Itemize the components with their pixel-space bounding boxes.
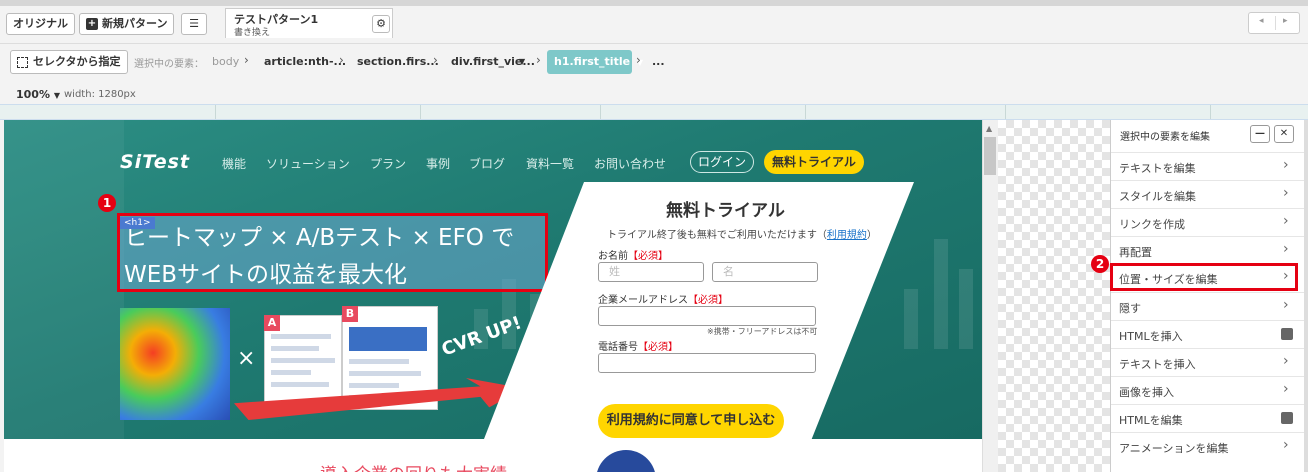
panel-item-insert-image[interactable]: 画像を挿入 › bbox=[1111, 376, 1304, 404]
chevron-right-icon: › bbox=[1283, 213, 1289, 229]
plus-icon: + bbox=[86, 18, 98, 30]
chevron-right-icon: › bbox=[1283, 437, 1289, 453]
nav-next-icon[interactable]: ▸ bbox=[1283, 16, 1288, 26]
list-icon[interactable]: ☰ bbox=[181, 13, 207, 35]
nav-item[interactable]: プラン bbox=[370, 155, 406, 172]
crumb-h1-active[interactable]: h1.first_title ▼ bbox=[547, 50, 643, 74]
last-name-input[interactable]: 姓 bbox=[598, 262, 704, 282]
chevron-down-icon: ▼ bbox=[53, 91, 60, 100]
panel-item-edit-html[interactable]: HTMLを編集 bbox=[1111, 404, 1304, 432]
transparent-background bbox=[998, 120, 1110, 472]
panel-item-edit-text[interactable]: テキストを編集 › bbox=[1111, 152, 1304, 180]
panel-item-insert-text[interactable]: テキストを挿入 › bbox=[1111, 348, 1304, 376]
panel-item-create-link[interactable]: リンクを作成 › bbox=[1111, 208, 1304, 236]
phone-label: 電話番号【必須】 bbox=[598, 342, 678, 353]
selected-element-label: 選択中の要素： bbox=[134, 59, 204, 70]
crumb-article[interactable]: article:nth-... bbox=[264, 55, 346, 68]
panel-item-edit-position-size[interactable]: 位置・サイズを編集 › bbox=[1110, 263, 1298, 291]
chevron-right-icon: › bbox=[536, 53, 541, 67]
submit-button[interactable]: 利用規約に同意して申し込む bbox=[598, 404, 784, 438]
preview-canvas[interactable]: SiTest 機能 ソリューション プラン 事例 ブログ 資料一覧 お問い合わせ… bbox=[4, 120, 982, 472]
gear-icon[interactable]: ⚙ bbox=[372, 15, 390, 33]
form-title: 無料トライアル bbox=[666, 201, 785, 221]
pattern-nav: ◂ ▸ bbox=[1248, 12, 1300, 34]
chevron-right-icon: › bbox=[1283, 297, 1289, 313]
zoom-select[interactable]: 100% ▼ bbox=[16, 88, 60, 101]
nav-item[interactable]: 機能 bbox=[222, 155, 246, 172]
panel-item-edit-style[interactable]: スタイルを編集 › bbox=[1111, 180, 1304, 208]
ab-label-a: A bbox=[264, 315, 280, 331]
chevron-right-icon: › bbox=[636, 53, 641, 67]
chevron-right-icon: › bbox=[1283, 268, 1289, 284]
original-button[interactable]: オリジナル bbox=[6, 13, 75, 35]
scroll-up-icon[interactable]: ▲ bbox=[986, 124, 992, 133]
ab-label-b: B bbox=[342, 306, 358, 322]
chevron-right-icon: › bbox=[1283, 241, 1289, 257]
award-badge-icon bbox=[596, 450, 656, 472]
heatmap-image bbox=[120, 308, 230, 420]
new-pattern-button[interactable]: + 新規パターン bbox=[79, 13, 175, 35]
chevron-right-icon: › bbox=[433, 53, 438, 67]
site-logo: SiTest bbox=[120, 151, 190, 173]
form-subtitle-post: ） bbox=[866, 230, 877, 241]
name-label: お名前【必須】 bbox=[598, 251, 668, 262]
pattern-tab[interactable]: テストパターン1 書き換え ⚙ bbox=[225, 8, 393, 38]
crumb-section[interactable]: section.firs... bbox=[357, 55, 439, 68]
phone-input[interactable] bbox=[598, 353, 816, 373]
viewport-bar bbox=[0, 84, 1308, 106]
nav-item[interactable]: ブログ bbox=[469, 155, 505, 172]
copy-icon bbox=[1281, 412, 1293, 424]
form-subtitle-pre: トライアル終了後も無料でご利用いただけます（ bbox=[607, 230, 827, 241]
crumb-h1-label: h1.first_title bbox=[554, 55, 631, 68]
nav-item[interactable]: ソリューション bbox=[266, 155, 350, 172]
sitest-editor: オリジナル + 新規パターン ☰ テストパターン1 書き換え ⚙ ◂ ▸ セレク… bbox=[0, 0, 1308, 472]
pattern-tab-sub: 書き換え bbox=[234, 28, 271, 38]
panel-title: 選択中の要素を編集 bbox=[1120, 132, 1210, 143]
first-name-input[interactable]: 名 bbox=[712, 262, 818, 282]
chevron-right-icon: › bbox=[1283, 185, 1289, 201]
chevron-right-icon: › bbox=[1283, 157, 1289, 173]
email-label: 企業メールアドレス【必須】 bbox=[598, 295, 728, 306]
hero-side-overlay bbox=[4, 120, 124, 439]
email-note: ※携帯・フリーアドレスは不可 bbox=[707, 327, 818, 336]
ruler bbox=[0, 104, 1308, 120]
chevron-right-icon: › bbox=[1283, 381, 1289, 397]
panel-item-hide[interactable]: 隠す › bbox=[1111, 292, 1304, 320]
new-pattern-label: 新規パターン bbox=[102, 17, 168, 30]
nav-item[interactable]: 資料一覧 bbox=[526, 155, 574, 172]
nav-item[interactable]: お問い合わせ bbox=[594, 155, 666, 172]
minimize-icon[interactable]: — bbox=[1250, 125, 1270, 143]
nav-item[interactable]: 事例 bbox=[426, 155, 450, 172]
selector-icon bbox=[17, 57, 28, 68]
trial-button[interactable]: 無料トライアル bbox=[764, 150, 864, 174]
close-icon[interactable]: ✕ bbox=[1274, 125, 1294, 143]
terms-link[interactable]: 利用規約 bbox=[827, 230, 867, 241]
marker-two: 2 bbox=[1091, 255, 1109, 273]
marker-one: 1 bbox=[98, 194, 116, 212]
crumb-more[interactable]: ... bbox=[652, 55, 665, 68]
chevron-right-icon: › bbox=[1283, 353, 1289, 369]
panel-item-reposition[interactable]: 再配置 › bbox=[1111, 236, 1304, 264]
copy-icon bbox=[1281, 328, 1293, 340]
times-symbol: × bbox=[237, 346, 256, 371]
viewport-width: width: 1280px bbox=[64, 89, 136, 100]
panel-item-edit-animation[interactable]: アニメーションを編集 › bbox=[1111, 432, 1304, 460]
select-from-selector-button[interactable]: セレクタから指定 bbox=[10, 50, 128, 74]
panel-scrollbar[interactable] bbox=[1304, 120, 1308, 472]
nav-divider bbox=[1275, 16, 1276, 30]
login-button[interactable]: ログイン bbox=[690, 151, 754, 173]
below-hero-text: 導入企業の回りも大実績 bbox=[320, 460, 507, 472]
h1-highlight-box bbox=[117, 213, 548, 292]
form-subtitle: トライアル終了後も無料でご利用いただけます（利用規約） bbox=[607, 226, 877, 241]
zoom-value: 100% bbox=[16, 88, 50, 101]
email-input[interactable] bbox=[598, 306, 816, 326]
select-button-label: セレクタから指定 bbox=[33, 55, 121, 68]
canvas-scroll-thumb[interactable] bbox=[984, 137, 996, 175]
nav-prev-icon[interactable]: ◂ bbox=[1259, 16, 1264, 26]
panel-item-insert-html[interactable]: HTMLを挿入 bbox=[1111, 320, 1304, 348]
chevron-right-icon: › bbox=[339, 53, 344, 67]
chevron-right-icon: › bbox=[244, 53, 249, 67]
crumb-body[interactable]: body bbox=[212, 55, 239, 68]
chevron-down-icon[interactable]: ▼ bbox=[519, 57, 525, 66]
